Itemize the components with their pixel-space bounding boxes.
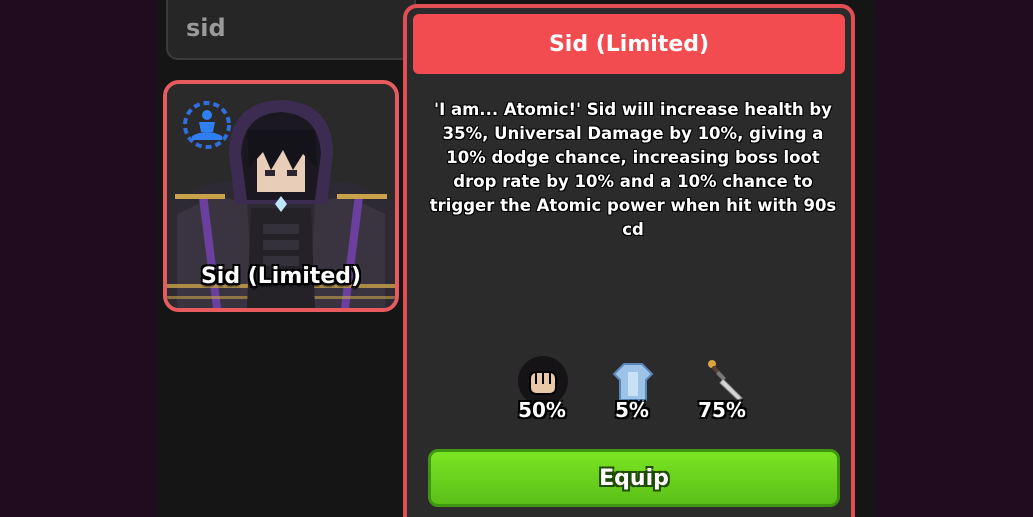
stat-fist: 50%	[496, 354, 586, 434]
equip-button[interactable]: Equip	[428, 449, 840, 507]
stat-fist-value: 50%	[518, 398, 566, 422]
stat-dagger-value: 75%	[698, 398, 746, 422]
search-input-value: sid	[186, 14, 226, 42]
panel-title: Sid (Limited)	[413, 14, 845, 74]
character-description: 'I am... Atomic!' Sid will increase heal…	[429, 100, 837, 239]
character-details-panel: Sid (Limited) 'I am... Atomic!' Sid will…	[403, 4, 855, 517]
stat-dagger: 75%	[676, 354, 766, 434]
stat-armor: 5%	[586, 354, 676, 434]
stat-armor-value: 5%	[615, 398, 649, 422]
character-card-name: Sid (Limited)	[200, 264, 362, 289]
meditation-icon	[183, 101, 231, 149]
